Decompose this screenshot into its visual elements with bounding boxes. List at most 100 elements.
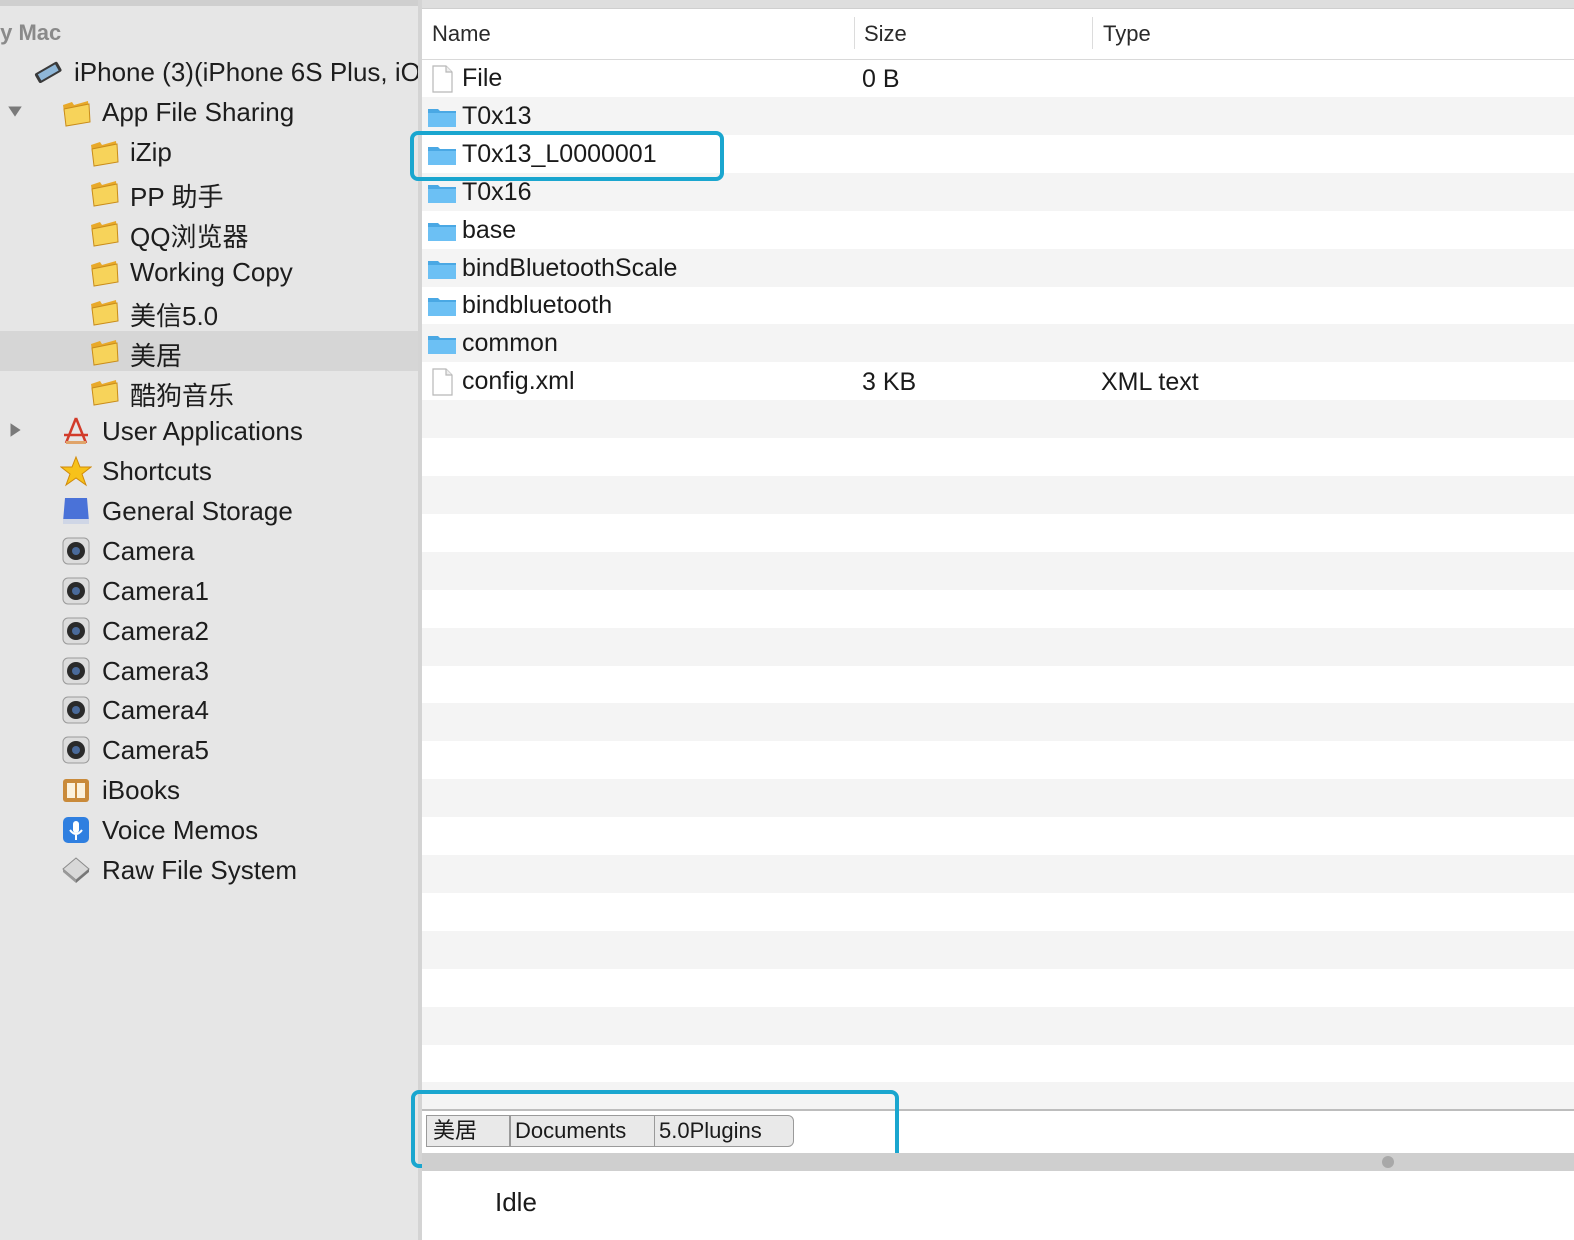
- file-name: config.xml: [462, 367, 575, 396]
- camera-icon: [60, 535, 92, 567]
- sidebar-item-label: General Storage: [102, 495, 293, 526]
- disclosure-expanded-icon[interactable]: [6, 102, 24, 120]
- sidebar-item-label: QQ浏览器: [130, 221, 249, 252]
- list-top-edge: [422, 0, 1574, 8]
- yellow-folder-icon: [60, 96, 92, 128]
- sidebar-item[interactable]: PP 助手: [0, 172, 418, 212]
- sidebar-item[interactable]: Camera2: [0, 611, 418, 651]
- sidebar-item[interactable]: Raw File System: [0, 850, 418, 890]
- app-store-icon: [60, 415, 92, 447]
- sidebar-item[interactable]: Shortcuts: [0, 451, 418, 491]
- file-list-header: Name Size Type: [422, 8, 1574, 60]
- row-stripe: [422, 665, 1574, 703]
- camera-icon: [60, 734, 92, 766]
- row-stripe: [422, 475, 1574, 514]
- row-stripe: [422, 627, 1574, 666]
- sidebar-item-label: 美居: [130, 341, 183, 372]
- yellow-folder-icon: [88, 295, 120, 327]
- sidebar-item[interactable]: General Storage: [0, 491, 418, 531]
- column-separator[interactable]: [854, 17, 855, 49]
- blue-folder-icon: [426, 290, 458, 322]
- sidebar-item-label: Camera: [102, 535, 195, 566]
- row-stripe: [422, 930, 1574, 969]
- status-text: Idle: [495, 1187, 537, 1217]
- yellow-folder-icon: [88, 176, 120, 208]
- sidebar-item[interactable]: User Applications: [0, 411, 418, 451]
- storage-disk-icon: [60, 495, 92, 527]
- column-header-type[interactable]: Type: [1103, 21, 1151, 47]
- sidebar-item[interactable]: Camera: [0, 531, 418, 571]
- horizontal-scrollbar[interactable]: [422, 1153, 1574, 1171]
- yellow-folder-icon: [88, 375, 120, 407]
- sidebar-item-label: PP 助手: [130, 181, 224, 212]
- sidebar-item[interactable]: iBooks: [0, 770, 418, 810]
- row-stripe: [422, 514, 1574, 552]
- sidebar-item[interactable]: 美信5.0: [0, 291, 418, 331]
- sidebar-top-edge: [0, 0, 418, 6]
- sidebar-item[interactable]: App File Sharing: [0, 92, 418, 132]
- sidebar-item[interactable]: Camera5: [0, 730, 418, 770]
- file-name: File: [462, 64, 503, 92]
- file-list: File 0 B T0x13 T0x13_L0000001 T0x16 base bindB…: [422, 59, 1574, 1109]
- file-size: 0 B: [862, 65, 900, 93]
- file-row[interactable]: bindbluetooth: [422, 286, 1574, 324]
- yellow-folder-icon: [88, 335, 120, 367]
- sidebar-item[interactable]: Camera4: [0, 690, 418, 730]
- raw-filesystem-icon: [60, 854, 92, 886]
- column-header-name[interactable]: Name: [432, 21, 491, 47]
- file-name: bindBluetoothScale: [462, 253, 678, 282]
- file-row[interactable]: base: [422, 211, 1574, 249]
- sidebar-item[interactable]: Working Copy: [0, 252, 418, 292]
- sidebar: ly Mac iPhone (3)(iPhone 6S Plus, iOS App…: [0, 0, 418, 1240]
- camera-icon: [60, 615, 92, 647]
- sidebar-item[interactable]: Camera1: [0, 571, 418, 611]
- sidebar-item-label: Camera3: [102, 655, 209, 686]
- file-type: XML text: [1101, 368, 1199, 397]
- sidebar-item-label: Raw File System: [102, 855, 298, 885]
- sidebar-item[interactable]: QQ浏览器: [0, 212, 418, 252]
- status-area: Idle: [422, 1171, 1574, 1240]
- file-row[interactable]: T0x13: [422, 97, 1574, 135]
- sidebar-item-label: Voice Memos: [102, 815, 259, 846]
- sidebar-item-label: 美信5.0: [130, 301, 219, 332]
- file-name: T0x13: [462, 101, 532, 130]
- yellow-folder-icon: [88, 216, 120, 248]
- scrollbar-knob[interactable]: [1382, 1156, 1394, 1168]
- camera-icon: [60, 694, 92, 726]
- sidebar-item-label: iBooks: [102, 775, 181, 806]
- highlight-box-selected-folder: [410, 131, 724, 181]
- file-row[interactable]: bindBluetoothScale: [422, 249, 1574, 287]
- file-row[interactable]: common: [422, 324, 1574, 362]
- sidebar-item[interactable]: Camera3: [0, 651, 418, 691]
- file-row[interactable]: config.xml 3 KB XML text: [422, 362, 1574, 400]
- disclosure-collapsed-icon[interactable]: [6, 421, 24, 439]
- file-size: 3 KB: [862, 368, 917, 397]
- row-stripe: [422, 590, 1574, 628]
- column-separator[interactable]: [1092, 17, 1093, 49]
- row-stripe: [422, 969, 1574, 1007]
- blue-folder-icon: [426, 177, 458, 209]
- row-stripe: [422, 779, 1574, 818]
- sidebar-item-label: Camera4: [102, 695, 209, 726]
- row-stripe: [422, 400, 1574, 439]
- book-icon: [60, 774, 92, 806]
- blue-folder-icon: [426, 215, 458, 247]
- sidebar-item-label: Working Copy: [130, 256, 293, 287]
- sidebar-item-label: iZip: [130, 136, 172, 167]
- blue-folder-icon: [426, 101, 458, 133]
- document-icon: [426, 63, 458, 95]
- column-header-size[interactable]: Size: [864, 21, 907, 47]
- sidebar-item[interactable]: 美居: [0, 331, 418, 372]
- file-name: T0x16: [462, 177, 532, 206]
- star-icon: [59, 455, 93, 487]
- row-stripe: [422, 703, 1574, 742]
- row-stripe: [422, 893, 1574, 931]
- sidebar-item[interactable]: 酷狗音乐: [0, 371, 418, 411]
- sidebar-item-label: App File Sharing: [102, 96, 295, 127]
- sidebar-item[interactable]: iPhone (3)(iPhone 6S Plus, iOS: [0, 52, 418, 92]
- sidebar-item[interactable]: Voice Memos: [0, 810, 418, 850]
- row-stripe: [422, 1006, 1574, 1045]
- file-row[interactable]: File 0 B: [422, 59, 1574, 97]
- sidebar-item-label: iPhone (3)(iPhone 6S Plus, iOS: [74, 57, 418, 87]
- sidebar-item[interactable]: iZip: [0, 132, 418, 172]
